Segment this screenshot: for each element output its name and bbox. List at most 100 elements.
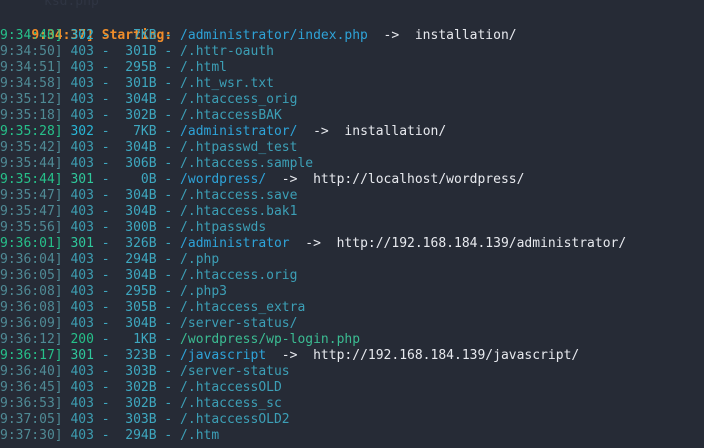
separator: - (93, 300, 118, 315)
response-size: 303B (117, 412, 157, 427)
separator: - (156, 108, 181, 123)
log-time: 9:35:44] (0, 172, 63, 187)
response-size: 304B (117, 204, 157, 219)
separator: - (93, 284, 118, 299)
log-line: 9:36:01] 301 - 326B - /administrator -> … (0, 236, 626, 252)
start-line: 9:34:37] Starting: (0, 12, 172, 43)
separator: - (93, 60, 118, 75)
redirect-target: http://localhost/wordpress/ (313, 172, 525, 187)
status-code: 403 (70, 140, 94, 155)
log-line: 9:36:08] 403 - 305B - /.htaccess_extra (0, 300, 305, 316)
status-code: 302 (70, 124, 94, 139)
status-code: 403 (70, 60, 94, 75)
separator: - (93, 172, 118, 187)
separator: - (93, 236, 118, 251)
status-code: 403 (70, 220, 94, 235)
separator: - (156, 156, 181, 171)
request-path: /.htaccessOLD (180, 380, 282, 395)
separator: - (93, 396, 118, 411)
log-line: 9:35:47] 403 - 304B - /.htaccess.save (0, 188, 297, 204)
log-time: 9:35:47] (0, 188, 63, 203)
status-code: 302 (70, 28, 94, 43)
log-time: 9:35:42] (0, 140, 63, 155)
request-path: /.htaccess.save (180, 188, 298, 203)
log-line: 9:35:42] 403 - 304B - /.htpasswd_test (0, 140, 297, 156)
response-size: 306B (117, 156, 157, 171)
separator: - (93, 108, 118, 123)
log-line: 9:35:56] 403 - 300B - /.htpasswds (0, 220, 266, 236)
separator: - (93, 428, 118, 443)
response-size: 295B (117, 284, 157, 299)
separator: - (156, 268, 181, 283)
log-line: 9:34:40] 302 - 7KB - /administrator/inde… (0, 28, 517, 44)
status-code: 403 (70, 156, 94, 171)
log-time: 9:36:08] (0, 284, 63, 299)
status-code: 403 (70, 380, 94, 395)
status-code: 403 (70, 364, 94, 379)
separator: - (156, 284, 181, 299)
request-path: /.htaccess_sc (180, 396, 282, 411)
log-line: 9:36:17] 301 - 323B - /javascript -> htt… (0, 348, 579, 364)
log-line: 9:35:47] 403 - 304B - /.htaccess.bak1 (0, 204, 297, 220)
response-size: 301B (117, 76, 157, 91)
log-time: 9:36:12] (0, 332, 63, 347)
status-code: 403 (70, 412, 94, 427)
log-time: 9:34:58] (0, 76, 63, 91)
log-line: 9:36:08] 403 - 295B - /.php3 (0, 284, 227, 300)
separator: - (156, 348, 181, 363)
separator: - (156, 44, 181, 59)
request-path: /.ht_wsr.txt (180, 76, 274, 91)
background-faint-text: ksd.php (44, 0, 99, 9)
redirect-target: http://192.168.184.139/administrator/ (336, 236, 627, 251)
log-time: 9:35:28] (0, 124, 63, 139)
log-time: 9:35:56] (0, 220, 63, 235)
redirect-arrow: -> (305, 236, 321, 251)
separator: - (156, 60, 181, 75)
separator: - (93, 140, 118, 155)
request-path: /.htpasswd_test (180, 140, 298, 155)
response-size: 7KB (117, 28, 157, 43)
status-code: 403 (70, 92, 94, 107)
request-path: /administrator (180, 236, 290, 251)
request-path: /.htaccess.orig (180, 268, 298, 283)
log-time: 9:36:09] (0, 316, 63, 331)
status-code: 403 (70, 268, 94, 283)
status-code: 403 (70, 76, 94, 91)
redirect-target: http://192.168.184.139/javascript/ (313, 348, 580, 363)
status-code: 403 (70, 252, 94, 267)
status-code: 403 (70, 44, 94, 59)
log-time: 9:35:18] (0, 108, 63, 123)
status-code: 403 (70, 300, 94, 315)
separator: - (93, 124, 118, 139)
status-code: 301 (70, 172, 94, 187)
response-size: 302B (117, 108, 157, 123)
request-path: /.htaccess.sample (180, 156, 314, 171)
separator: - (93, 332, 118, 347)
response-size: 295B (117, 60, 157, 75)
separator: - (156, 236, 181, 251)
response-size: 305B (117, 300, 157, 315)
request-path: /wordpress/wp-login.php (180, 332, 361, 347)
separator: - (156, 28, 181, 43)
log-line: 9:35:18] 403 - 302B - /.htaccessBAK (0, 108, 282, 124)
separator: - (156, 412, 181, 427)
redirect-target: installation/ (344, 124, 447, 139)
response-size: 7KB (117, 124, 157, 139)
status-code: 301 (70, 236, 94, 251)
separator: - (156, 220, 181, 235)
log-time: 9:35:12] (0, 92, 63, 107)
log-line: 9:36:04] 403 - 294B - /.php (0, 252, 219, 268)
log-line: 9:35:12] 403 - 304B - /.htaccess_orig (0, 92, 297, 108)
separator: - (156, 188, 181, 203)
status-code: 403 (70, 108, 94, 123)
status-code: 403 (70, 428, 94, 443)
terminal-window[interactable]: ksd.php 9:34:37] Starting: 9:34:40] 302 … (0, 0, 704, 448)
separator: - (156, 300, 181, 315)
separator: - (93, 380, 118, 395)
status-code: 403 (70, 204, 94, 219)
response-size: 1KB (117, 332, 157, 347)
log-time: 9:36:08] (0, 300, 63, 315)
request-path: /.htaccessOLD2 (180, 412, 290, 427)
request-path: /administrator/index.php (180, 28, 368, 43)
log-line: 9:36:45] 403 - 302B - /.htaccessOLD (0, 380, 282, 396)
